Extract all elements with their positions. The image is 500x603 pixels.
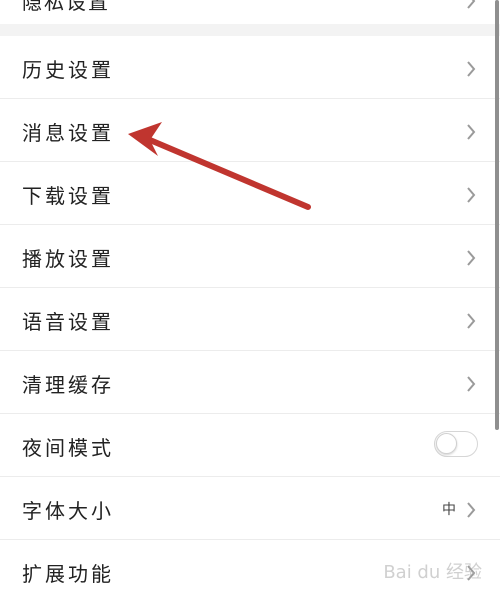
settings-item-history[interactable]: 历史设置: [0, 36, 500, 99]
night-mode-toggle[interactable]: [434, 431, 478, 457]
toggle-knob: [436, 433, 457, 454]
settings-item-label: 字体大小: [22, 499, 114, 523]
section-separator: [0, 24, 500, 36]
settings-item-label: 清理缓存: [22, 373, 114, 397]
settings-list: 历史设置 消息设置 下载设置 播放设置 语音设置 清理缓存 夜间模式 字体大小 …: [0, 36, 500, 603]
settings-item-night-mode: 夜间模式: [0, 414, 500, 477]
chevron-right-icon: [466, 0, 476, 13]
chevron-right-icon: [466, 187, 476, 207]
settings-item-voice[interactable]: 语音设置: [0, 288, 500, 351]
settings-item-privacy[interactable]: 隐私设置: [0, 0, 500, 24]
settings-item-label: 历史设置: [22, 58, 114, 82]
settings-item-label: 扩展功能: [22, 562, 114, 586]
chevron-right-icon: [466, 313, 476, 333]
watermark-text: Bai du 经验: [383, 562, 482, 583]
scrollbar[interactable]: [495, 0, 499, 430]
chevron-right-icon: [466, 61, 476, 81]
settings-item-download[interactable]: 下载设置: [0, 162, 500, 225]
chevron-right-icon: [466, 250, 476, 270]
settings-item-label: 播放设置: [22, 247, 114, 271]
chevron-right-icon: [466, 502, 476, 522]
chevron-right-icon: [466, 124, 476, 144]
font-size-value: 中: [442, 502, 456, 518]
settings-item-label: 消息设置: [22, 121, 114, 145]
settings-item-label: 下载设置: [22, 184, 114, 208]
settings-item-messages[interactable]: 消息设置: [0, 99, 500, 162]
settings-item-label: 隐私设置: [22, 0, 110, 14]
chevron-right-icon: [466, 376, 476, 396]
settings-item-label: 语音设置: [22, 310, 114, 334]
settings-item-label: 夜间模式: [22, 436, 114, 460]
settings-item-playback[interactable]: 播放设置: [0, 225, 500, 288]
settings-item-font-size[interactable]: 字体大小 中: [0, 477, 500, 540]
settings-item-clear-cache[interactable]: 清理缓存: [0, 351, 500, 414]
